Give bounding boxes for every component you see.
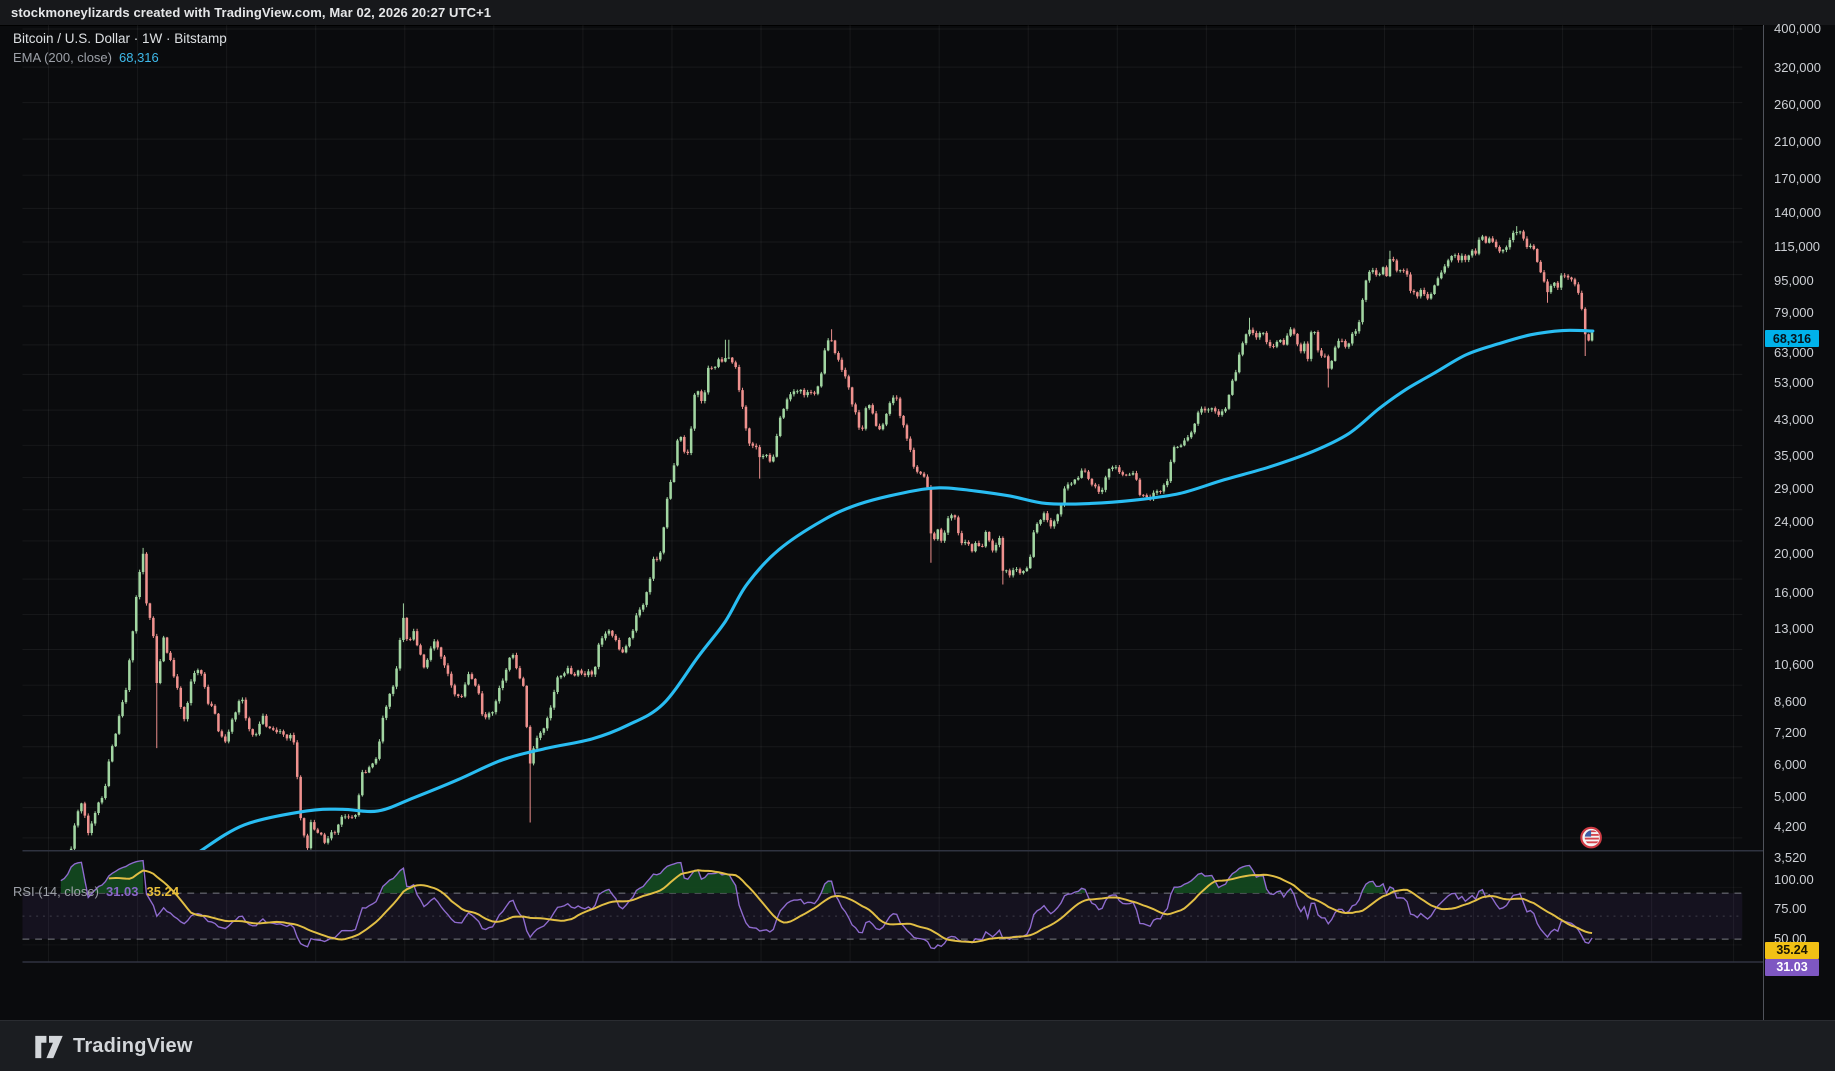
price-tick-label: 260,000: [1774, 96, 1821, 112]
price-tick-label: 13,000: [1774, 621, 1814, 637]
price-tick-label: 170,000: [1774, 170, 1821, 186]
price-tick-label: 140,000: [1774, 204, 1821, 220]
price-tick-label: 3,520: [1774, 850, 1807, 866]
symbol-legend[interactable]: Bitcoin / U.S. Dollar · 1W · Bitstamp EM…: [13, 31, 227, 65]
price-plot: [69, 226, 1595, 851]
rsi-tick-label: 100.00: [1774, 871, 1814, 887]
ema-200-line: [198, 328, 1595, 851]
price-tick-label: 16,000: [1774, 585, 1814, 600]
candle-bodies-down: [83, 231, 1590, 849]
price-axis[interactable]: 400,000 320,000 260,000 210,000 170,000 140,0…: [1763, 21, 1835, 1020]
price-tick-label: 6,000: [1774, 756, 1807, 772]
price-tick-label: 29,000: [1774, 480, 1814, 496]
price-tick-label: 53,000: [1774, 375, 1814, 391]
price-tick-label: 24,000: [1774, 513, 1814, 529]
price-tick-label: 79,000: [1774, 305, 1814, 321]
tradingview-logo-icon: [35, 1035, 63, 1058]
bottom-toolbar: TradingView: [0, 1020, 1835, 1071]
watermark-text: stockmoneylizards created with TradingVi…: [11, 5, 492, 20]
rsi-ma-value: 35.24: [146, 884, 180, 899]
tradingview-chart-window: stockmoneylizards created with TradingVi…: [0, 0, 1835, 1071]
ema-indicator-legend[interactable]: EMA (200, close) 68,316: [13, 50, 227, 65]
price-tick-label: 35,000: [1774, 447, 1814, 463]
rsi-label: RSI (14, close): [13, 884, 99, 899]
price-tick-label: 210,000: [1774, 133, 1821, 149]
price-tick-label: 320,000: [1774, 60, 1821, 76]
rsi-tick-label: 75.00: [1774, 901, 1807, 916]
us-flag-event-icon[interactable]: [1580, 826, 1602, 849]
price-tick-label: 95,000: [1774, 272, 1814, 288]
price-tick-label: 20,000: [1774, 545, 1814, 561]
rsi-overbought-fill: [60, 860, 1483, 894]
price-tick-label: 10,600: [1774, 657, 1814, 673]
ema-price-chip: 68,316: [1765, 330, 1819, 348]
candle-bodies-up: [69, 231, 1594, 851]
candle-wicks-down: [84, 229, 1590, 850]
price-tick-label: 4,200: [1774, 819, 1807, 835]
price-tick-label: 8,600: [1774, 693, 1807, 709]
rsi-value: 31.03: [105, 884, 139, 899]
tradingview-logo-text: TradingView: [73, 1035, 193, 1057]
chart-canvas[interactable]: [0, 25, 1835, 1020]
price-tick-label: 400,000: [1774, 21, 1821, 37]
rsi-band: [22, 892, 1743, 940]
price-tick-label: 63,000: [1774, 344, 1814, 360]
ema-value: 68,316: [119, 50, 159, 65]
price-tick-label: 115,000: [1774, 239, 1821, 255]
ema-label: EMA (200, close): [13, 50, 112, 65]
rsi-indicator-legend[interactable]: RSI (14, close) 31.03 35.24: [13, 884, 179, 899]
price-tick-label: 43,000: [1774, 411, 1814, 427]
candle-wicks-up: [70, 226, 1593, 851]
price-tick-label: 7,200: [1774, 724, 1807, 740]
rsi-ma-chip: 35.24: [1765, 941, 1819, 959]
rsi-value-chip: 31.03: [1765, 958, 1819, 976]
price-tick-label: 5,000: [1774, 788, 1807, 804]
watermark-bar: stockmoneylizards created with TradingVi…: [0, 0, 1835, 26]
symbol-title[interactable]: Bitcoin / U.S. Dollar · 1W · Bitstamp: [13, 31, 227, 46]
grid-lines: [22, 25, 1743, 962]
tradingview-logo[interactable]: TradingView: [34, 1035, 193, 1059]
